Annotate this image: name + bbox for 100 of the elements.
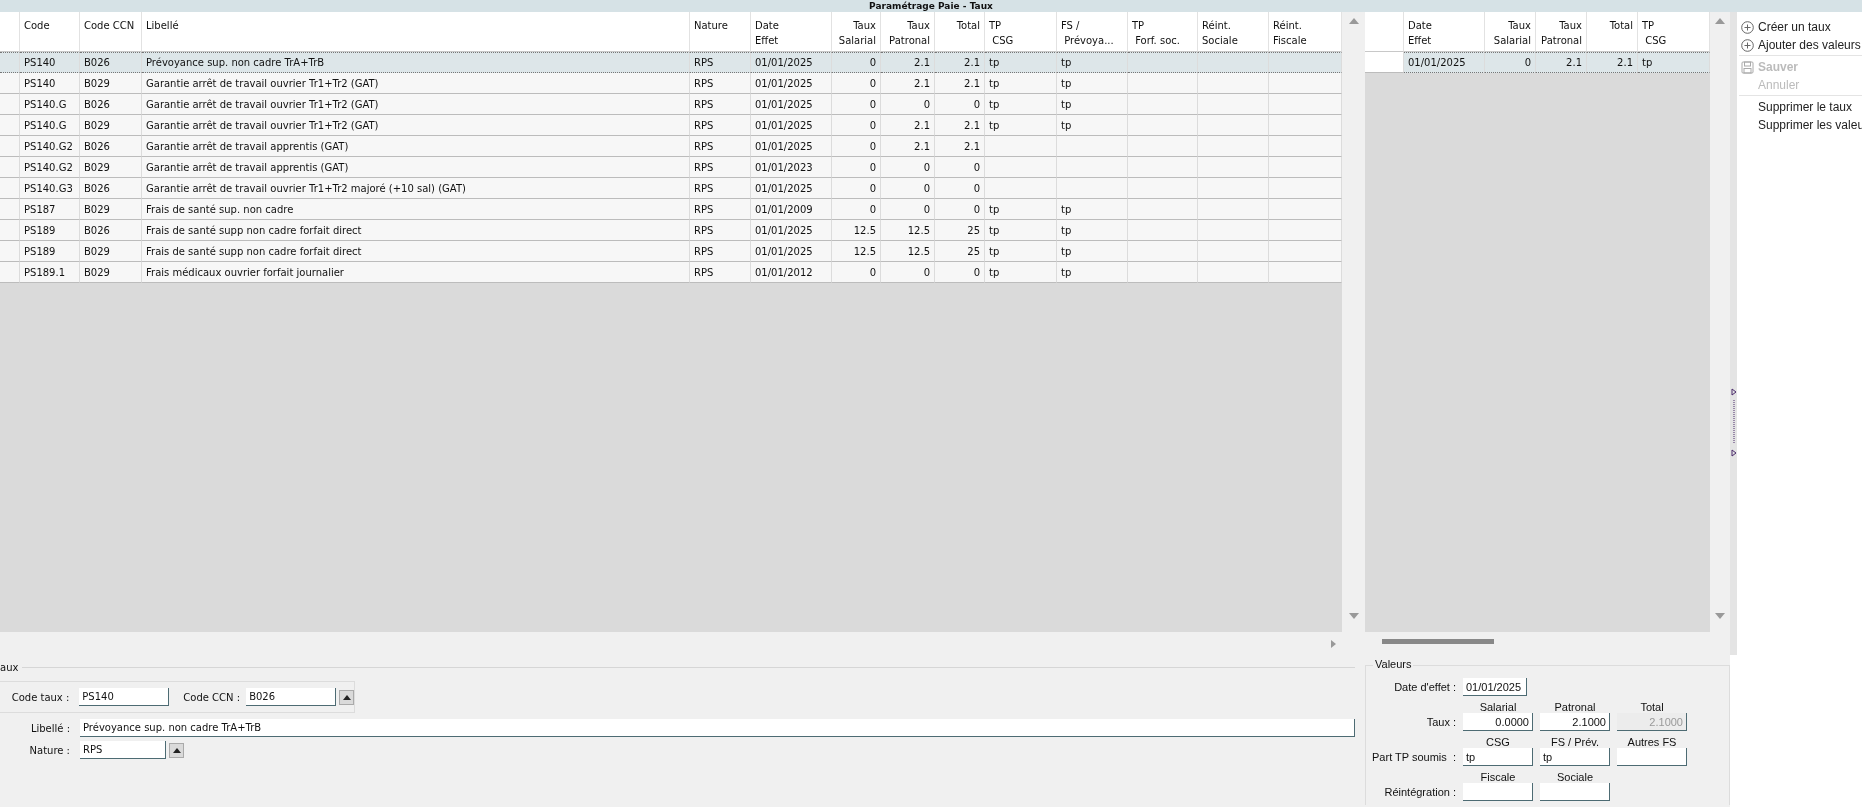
column-header[interactable]: Libellé — [142, 12, 690, 52]
scroll-right-icon[interactable] — [1331, 640, 1336, 648]
input-field[interactable] — [1617, 748, 1687, 766]
table-cell: tp — [985, 94, 1057, 115]
table-cell: 2.1 — [935, 136, 985, 157]
input-field[interactable]: 2.1000 — [1540, 713, 1610, 731]
table-cell: B026 — [80, 136, 142, 157]
table-cell: Garantie arrêt de travail ouvrier Tr1+Tr2 (GAT) — [142, 94, 690, 115]
table-cell: 01/01/2025 — [751, 136, 832, 157]
table-cell: 12.5 — [881, 241, 935, 262]
dropdown-button[interactable] — [169, 742, 184, 758]
scroll-down-icon[interactable] — [1348, 613, 1359, 619]
input-field[interactable]: tp — [1540, 748, 1610, 766]
table-cell: B029 — [80, 199, 142, 220]
table-cell: RPS — [690, 241, 751, 262]
column-label: Salarial — [1478, 701, 1518, 713]
field-label: Taux : — [1425, 716, 1456, 728]
table-cell: Prévoyance sup. non cadre TrA+TrB — [142, 52, 690, 73]
column-header[interactable]: Date Effet — [751, 12, 832, 52]
input-field[interactable]: B026 — [246, 688, 337, 706]
table-cell: Garantie arrêt de travail ouvrier Tr1+Tr2 (GAT) — [142, 115, 690, 136]
table-cell: RPS — [690, 178, 751, 199]
table-cell: 0 — [832, 94, 881, 115]
table-cell — [1128, 52, 1198, 73]
table-cell — [1198, 220, 1269, 241]
table-cell: 2.1 — [1536, 52, 1587, 73]
input-field[interactable]: 01/01/2025 — [1463, 678, 1527, 696]
column-header[interactable]: FS / Prévoya... — [1057, 12, 1128, 52]
table-cell — [1198, 157, 1269, 178]
column-label: FS / Prév. — [1549, 736, 1601, 748]
table-cell — [1057, 178, 1128, 199]
column-header[interactable]: TP CSG — [1638, 12, 1710, 52]
table-cell: 0 — [832, 178, 881, 199]
table-cell: B026 — [80, 94, 142, 115]
table-cell — [1198, 241, 1269, 262]
table-cell: 0 — [832, 199, 881, 220]
input-field[interactable] — [1463, 783, 1533, 801]
input-field[interactable]: 0.0000 — [1463, 713, 1533, 731]
column-header[interactable]: Taux Patronal — [1536, 12, 1587, 52]
table-cell — [1057, 157, 1128, 178]
table-cell: 0 — [935, 94, 985, 115]
table-cell: PS187 — [20, 199, 80, 220]
table-cell: Frais de santé sup. non cadre — [142, 199, 690, 220]
table-cell — [985, 178, 1057, 199]
table-cell: RPS — [690, 157, 751, 178]
column-header[interactable]: Total — [1587, 12, 1638, 52]
input-field[interactable]: Prévoyance sup. non cadre TrA+TrB — [80, 719, 1355, 737]
column-header[interactable]: TP CSG — [985, 12, 1057, 52]
table-cell: tp — [1057, 115, 1128, 136]
table-cell: B029 — [80, 73, 142, 94]
scroll-up-icon[interactable] — [1348, 18, 1359, 24]
column-header[interactable]: Réint. Fiscale — [1269, 12, 1342, 52]
table-cell: tp — [1057, 220, 1128, 241]
field-label: Code CCN : — [183, 691, 241, 703]
column-header[interactable]: TP Forf. soc. — [1128, 12, 1198, 52]
table-cell: 2.1 — [935, 52, 985, 73]
table-cell: 2.1 — [881, 52, 935, 73]
menu-item[interactable]: Ajouter des valeurs — [1737, 36, 1862, 54]
column-header[interactable]: Date Effet — [1404, 12, 1485, 52]
table-cell: 0 — [935, 178, 985, 199]
splitter-handle-icon[interactable] — [1731, 388, 1737, 458]
table-cell: tp — [1057, 94, 1128, 115]
dropdown-button[interactable] — [339, 689, 354, 705]
table-cell: PS140 — [20, 52, 80, 73]
column-header[interactable]: Nature — [690, 12, 751, 52]
column-header[interactable]: Taux Salarial — [832, 12, 881, 52]
menu-item[interactable]: Supprimer le taux — [1737, 98, 1862, 116]
input-field[interactable]: RPS — [80, 741, 166, 759]
table-cell: 01/01/2025 — [751, 94, 832, 115]
plus-icon — [1741, 38, 1754, 52]
table-cell: 0 — [832, 262, 881, 283]
input-field[interactable] — [1540, 783, 1610, 801]
plus-icon — [1741, 20, 1754, 34]
table-cell: 2.1 — [935, 73, 985, 94]
table-cell — [1198, 73, 1269, 94]
column-header[interactable]: Code CCN — [80, 12, 142, 52]
table-cell: RPS — [690, 73, 751, 94]
column-header[interactable]: Réint. Sociale — [1198, 12, 1269, 52]
table-cell — [1128, 241, 1198, 262]
table-cell: RPS — [690, 199, 751, 220]
column-header[interactable]: Code — [20, 12, 80, 52]
column-header[interactable]: Taux Salarial — [1485, 12, 1536, 52]
column-header[interactable]: Taux Patronal — [881, 12, 935, 52]
table-cell: Frais de santé supp non cadre forfait direct — [142, 220, 690, 241]
menu-item[interactable]: Créer un taux — [1737, 18, 1862, 36]
column-header[interactable]: Total — [935, 12, 985, 52]
input-field[interactable]: tp — [1463, 748, 1533, 766]
table-cell: 12.5 — [881, 220, 935, 241]
table-cell: 25 — [935, 220, 985, 241]
input-field[interactable]: PS140 — [79, 688, 170, 706]
field-label: Code taux : — [10, 691, 70, 703]
table-cell: 01/01/2025 — [751, 73, 832, 94]
table-cell: tp — [985, 73, 1057, 94]
field-label: Part TP soumis : — [1371, 751, 1456, 763]
column-label: Sociale — [1555, 771, 1595, 783]
row-selector-cell[interactable] — [0, 52, 20, 73]
table-cell — [985, 157, 1057, 178]
scrollbar-thumb[interactable] — [1382, 639, 1494, 644]
save-icon — [1741, 60, 1754, 74]
table-cell: 12.5 — [832, 241, 881, 262]
